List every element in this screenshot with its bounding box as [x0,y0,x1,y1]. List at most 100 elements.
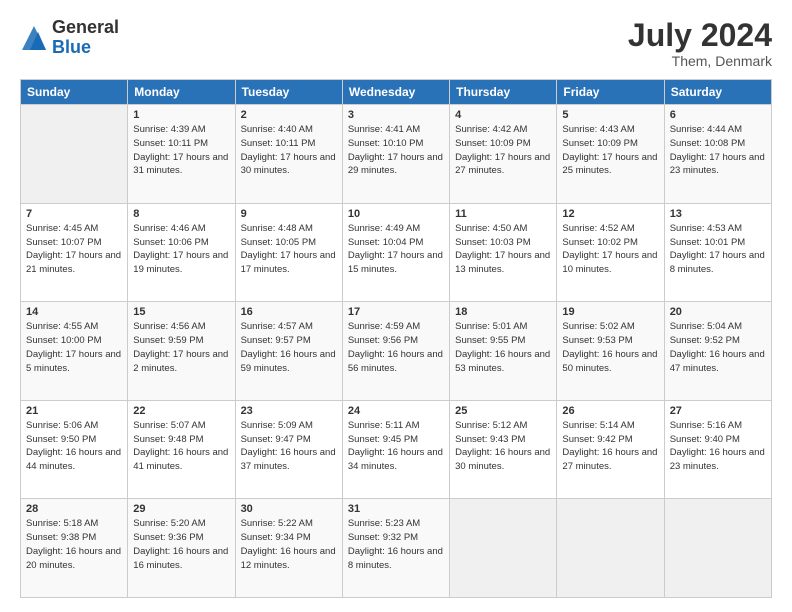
cell-4-6: 26Sunrise: 5:14 AMSunset: 9:42 PMDayligh… [557,400,664,499]
cell-content: Sunrise: 4:57 AMSunset: 9:57 PMDaylight:… [241,320,337,375]
cell-1-2: 1Sunrise: 4:39 AMSunset: 10:11 PMDayligh… [128,105,235,204]
cell-content: Sunrise: 5:22 AMSunset: 9:34 PMDaylight:… [241,517,337,572]
cell-4-7: 27 Sunrise: 5:16 AMSunset: 9:40 PMDayligh… [664,400,771,499]
cell-3-6: 19Sunrise: 5:02 AMSunset: 9:53 PMDayligh… [557,302,664,401]
cell-5-7 [664,499,771,598]
cell-5-3: 30 Sunrise: 5:22 AMSunset: 9:34 PMDayligh… [235,499,342,598]
day-number: 31 [348,503,444,515]
cell-content: Sunrise: 4:39 AMSunset: 10:11 PMDaylight… [133,123,229,178]
calendar-subtitle: Them, Denmark [628,53,772,69]
cell-4-1: 21Sunrise: 5:06 AMSunset: 9:50 PMDayligh… [21,400,128,499]
cell-4-5: 25 Sunrise: 5:12 AMSunset: 9:43 PMDayligh… [450,400,557,499]
cell-3-3: 16 Sunrise: 4:57 AMSunset: 9:57 PMDayligh… [235,302,342,401]
col-header-tuesday: Tuesday [235,80,342,105]
week-row-4: 21Sunrise: 5:06 AMSunset: 9:50 PMDayligh… [21,400,772,499]
day-number: 15 [133,306,229,318]
cell-content: Sunrise: 5:06 AMSunset: 9:50 PMDaylight:… [26,419,122,474]
cell-5-6 [557,499,664,598]
cell-3-1: 14 Sunrise: 4:55 AMSunset: 10:00 PMDaylig… [21,302,128,401]
day-number: 7 [26,208,122,220]
cell-content: Sunrise: 4:42 AMSunset: 10:09 PMDaylight… [455,123,551,178]
day-number: 17 [348,306,444,318]
day-number: 26 [562,405,658,417]
cell-2-5: 11 Sunrise: 4:50 AMSunset: 10:03 PMDaylig… [450,203,557,302]
cell-content: Sunrise: 4:50 AMSunset: 10:03 PMDaylight… [455,222,551,277]
day-number: 23 [241,405,337,417]
cell-content: Sunrise: 4:48 AMSunset: 10:05 PMDaylight… [241,222,337,277]
title-block: July 2024 Them, Denmark [628,18,772,69]
day-number: 13 [670,208,766,220]
cell-content: Sunrise: 5:12 AMSunset: 9:43 PMDaylight:… [455,419,551,474]
day-number: 18 [455,306,551,318]
cell-content: Sunrise: 4:41 AMSunset: 10:10 PMDaylight… [348,123,444,178]
cell-3-4: 17 Sunrise: 4:59 AMSunset: 9:56 PMDayligh… [342,302,449,401]
day-number: 11 [455,208,551,220]
cell-content: Sunrise: 4:59 AMSunset: 9:56 PMDaylight:… [348,320,444,375]
cell-content: Sunrise: 5:09 AMSunset: 9:47 PMDaylight:… [241,419,337,474]
day-number: 20 [670,306,766,318]
cell-content: Sunrise: 5:23 AMSunset: 9:32 PMDaylight:… [348,517,444,572]
cell-4-4: 24Sunrise: 5:11 AMSunset: 9:45 PMDayligh… [342,400,449,499]
cell-4-2: 22Sunrise: 5:07 AMSunset: 9:48 PMDayligh… [128,400,235,499]
logo-icon [20,24,48,52]
day-number: 6 [670,109,766,121]
day-number: 14 [26,306,122,318]
cell-content: Sunrise: 4:43 AMSunset: 10:09 PMDaylight… [562,123,658,178]
day-number: 4 [455,109,551,121]
cell-content: Sunrise: 5:18 AMSunset: 9:38 PMDaylight:… [26,517,122,572]
day-number: 12 [562,208,658,220]
cell-1-5: 4 Sunrise: 4:42 AMSunset: 10:09 PMDayligh… [450,105,557,204]
cell-2-3: 9 Sunrise: 4:48 AMSunset: 10:05 PMDayligh… [235,203,342,302]
col-header-thursday: Thursday [450,80,557,105]
cell-content: Sunrise: 4:56 AMSunset: 9:59 PMDaylight:… [133,320,229,375]
cell-3-5: 18Sunrise: 5:01 AMSunset: 9:55 PMDayligh… [450,302,557,401]
day-number: 25 [455,405,551,417]
cell-1-4: 3 Sunrise: 4:41 AMSunset: 10:10 PMDayligh… [342,105,449,204]
week-row-3: 14 Sunrise: 4:55 AMSunset: 10:00 PMDaylig… [21,302,772,401]
header: General Blue July 2024 Them, Denmark [20,18,772,69]
cell-content: Sunrise: 5:16 AMSunset: 9:40 PMDaylight:… [670,419,766,474]
logo: General Blue [20,18,119,58]
week-row-2: 7Sunrise: 4:45 AMSunset: 10:07 PMDayligh… [21,203,772,302]
day-number: 3 [348,109,444,121]
week-row-1: 1Sunrise: 4:39 AMSunset: 10:11 PMDayligh… [21,105,772,204]
day-number: 27 [670,405,766,417]
day-number: 30 [241,503,337,515]
cell-5-2: 29Sunrise: 5:20 AMSunset: 9:36 PMDayligh… [128,499,235,598]
cell-content: Sunrise: 4:49 AMSunset: 10:04 PMDaylight… [348,222,444,277]
calendar-table: SundayMondayTuesdayWednesdayThursdayFrid… [20,79,772,598]
col-header-monday: Monday [128,80,235,105]
day-number: 9 [241,208,337,220]
cell-5-4: 31 Sunrise: 5:23 AMSunset: 9:32 PMDayligh… [342,499,449,598]
day-number: 28 [26,503,122,515]
cell-5-1: 28 Sunrise: 5:18 AMSunset: 9:38 PMDayligh… [21,499,128,598]
cell-content: Sunrise: 5:20 AMSunset: 9:36 PMDaylight:… [133,517,229,572]
cell-4-3: 23 Sunrise: 5:09 AMSunset: 9:47 PMDayligh… [235,400,342,499]
cell-content: Sunrise: 4:44 AMSunset: 10:08 PMDaylight… [670,123,766,178]
calendar-title: July 2024 [628,18,772,53]
calendar-page: General Blue July 2024 Them, Denmark Sun… [0,0,792,612]
cell-2-4: 10 Sunrise: 4:49 AMSunset: 10:04 PMDaylig… [342,203,449,302]
day-number: 24 [348,405,444,417]
col-header-friday: Friday [557,80,664,105]
cell-content: Sunrise: 4:55 AMSunset: 10:00 PMDaylight… [26,320,122,375]
cell-1-7: 6 Sunrise: 4:44 AMSunset: 10:08 PMDayligh… [664,105,771,204]
day-number: 22 [133,405,229,417]
col-header-saturday: Saturday [664,80,771,105]
day-number: 10 [348,208,444,220]
cell-content: Sunrise: 4:52 AMSunset: 10:02 PMDaylight… [562,222,658,277]
col-header-wednesday: Wednesday [342,80,449,105]
cell-content: Sunrise: 4:46 AMSunset: 10:06 PMDaylight… [133,222,229,277]
cell-content: Sunrise: 5:02 AMSunset: 9:53 PMDaylight:… [562,320,658,375]
cell-2-2: 8Sunrise: 4:46 AMSunset: 10:06 PMDayligh… [128,203,235,302]
cell-2-1: 7Sunrise: 4:45 AMSunset: 10:07 PMDayligh… [21,203,128,302]
cell-3-2: 15 Sunrise: 4:56 AMSunset: 9:59 PMDayligh… [128,302,235,401]
day-number: 5 [562,109,658,121]
cell-2-7: 13Sunrise: 4:53 AMSunset: 10:01 PMDaylig… [664,203,771,302]
day-number: 2 [241,109,337,121]
header-row: SundayMondayTuesdayWednesdayThursdayFrid… [21,80,772,105]
week-row-5: 28 Sunrise: 5:18 AMSunset: 9:38 PMDayligh… [21,499,772,598]
col-header-sunday: Sunday [21,80,128,105]
day-number: 16 [241,306,337,318]
cell-content: Sunrise: 5:04 AMSunset: 9:52 PMDaylight:… [670,320,766,375]
